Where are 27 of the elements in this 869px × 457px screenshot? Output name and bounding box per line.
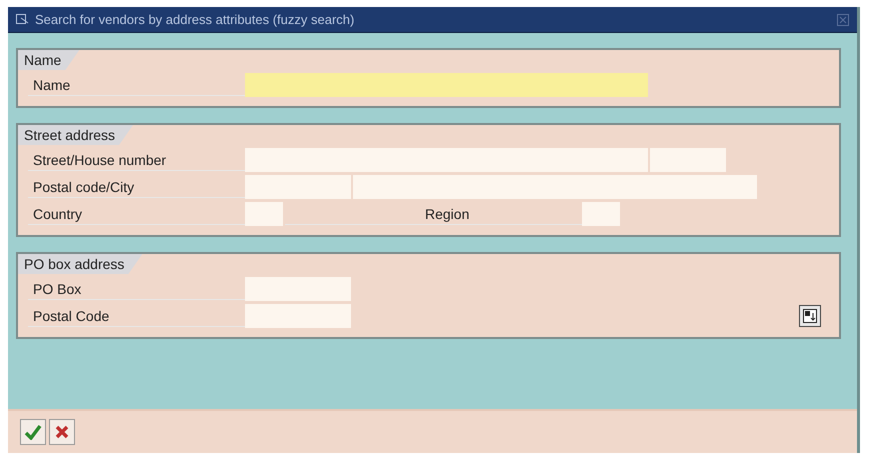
input-field[interactable] (650, 148, 728, 172)
field-label: PO Box (28, 278, 245, 300)
input-field[interactable] (245, 73, 650, 97)
input-field[interactable] (245, 202, 285, 226)
input-field[interactable] (245, 304, 353, 328)
field-label: Postal code/City (28, 176, 245, 198)
close-icon[interactable] (837, 14, 849, 26)
help-button[interactable] (799, 305, 821, 327)
input-field[interactable] (353, 175, 759, 199)
cross-icon (55, 425, 69, 439)
window-title: Search for vendors by address attributes (fuzzy search) (35, 12, 354, 27)
confirm-button[interactable] (20, 419, 46, 445)
field-label: Region (285, 203, 582, 225)
checkmark-icon (24, 424, 42, 440)
cancel-button[interactable] (49, 419, 75, 445)
input-field[interactable] (582, 202, 622, 226)
field-label: Street/House number (28, 149, 245, 171)
group-title: Street address (18, 125, 134, 145)
field-label: Name (28, 74, 245, 96)
field-label: Country (28, 203, 245, 225)
field-label: Postal Code (28, 305, 245, 327)
input-field[interactable] (245, 277, 353, 301)
group-title: Name (18, 50, 80, 70)
window-icon (16, 14, 29, 25)
input-field[interactable] (245, 175, 353, 199)
group-title: PO box address (18, 254, 142, 274)
input-field[interactable] (245, 148, 650, 172)
